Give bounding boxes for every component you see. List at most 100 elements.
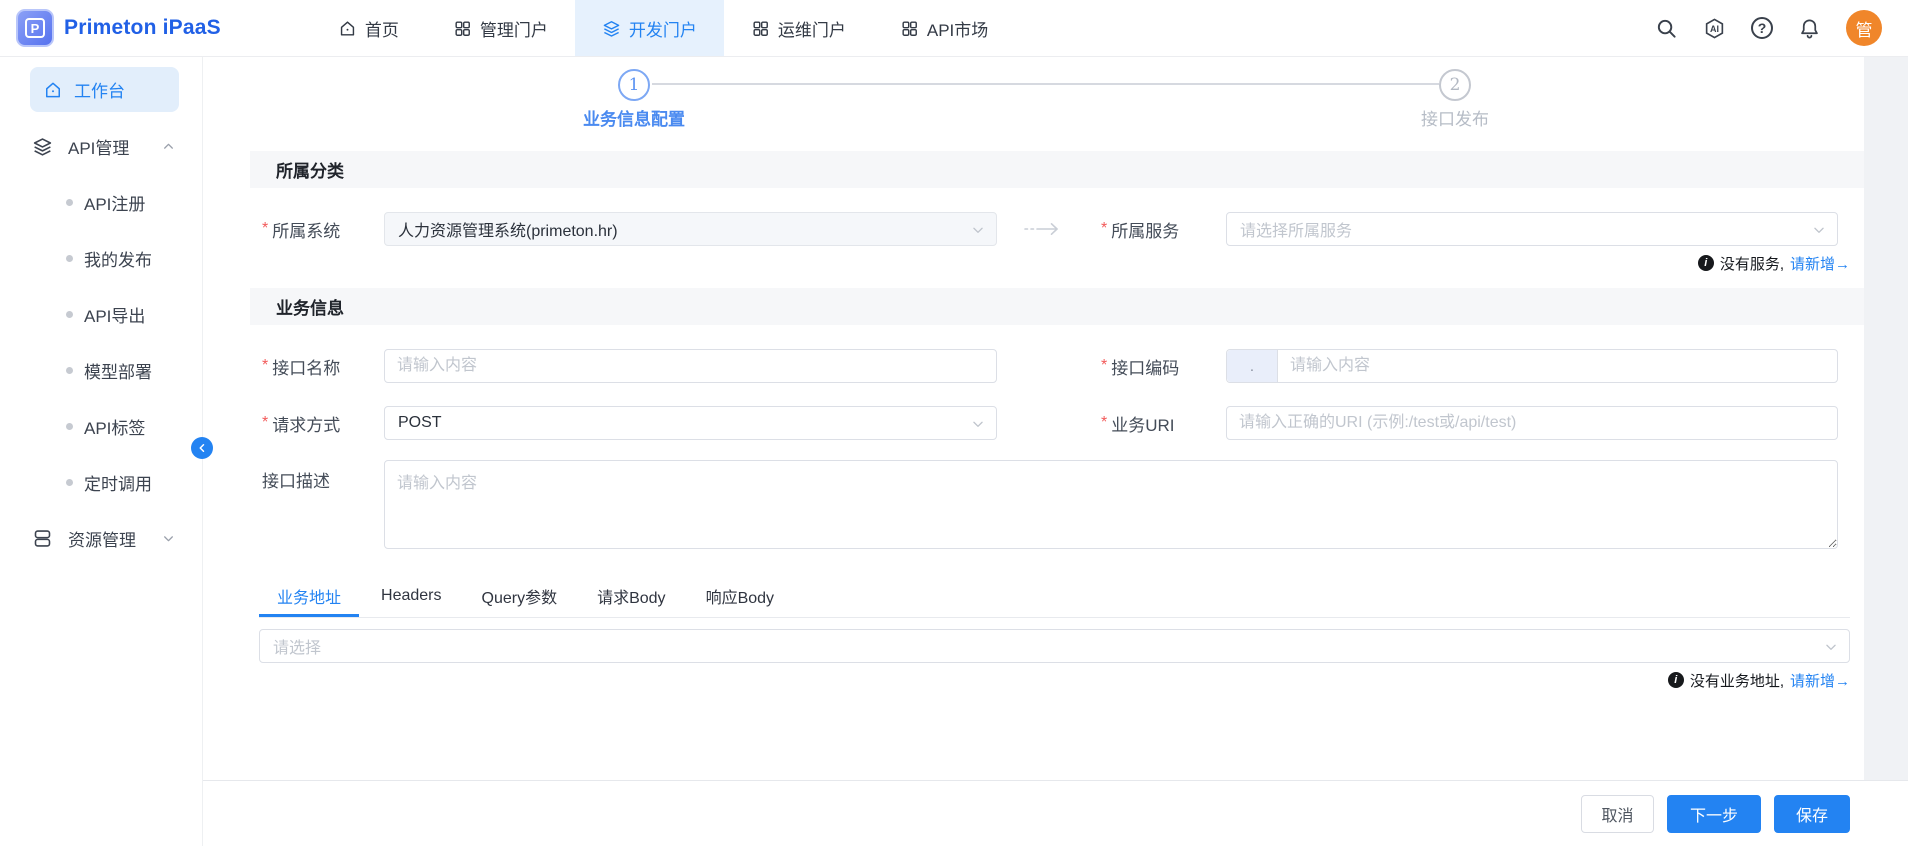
nav-item-home[interactable]: 首页 [311,0,426,56]
database-icon [32,528,53,549]
step-1-circle: 1 [618,69,650,101]
service-select[interactable]: 请选择所属服务 [1226,212,1838,246]
bullet-icon [66,367,73,374]
bullet-icon [66,199,73,206]
help-icon[interactable]: ? [1751,17,1773,39]
stepper: 1 2 业务信息配置 接口发布 [203,57,1908,151]
layers-icon [602,19,621,38]
sidebar-item-my-publish[interactable]: 我的发布 [0,230,202,286]
save-button[interactable]: 保存 [1774,795,1850,833]
info-icon: i [1698,255,1714,271]
info-icon: i [1668,672,1684,688]
field-label-system: * 所属系统 [250,217,384,242]
field-label-uri: * 业务URI [1089,411,1226,436]
logo-icon: P [16,9,54,47]
chevron-down-icon [971,417,985,431]
required-mark: * [1101,220,1107,238]
chevron-up-icon [162,140,175,153]
sidebar-item-label: API注册 [84,190,145,215]
required-mark: * [262,220,268,238]
nav-item-dev-portal[interactable]: 开发门户 [575,0,724,56]
detail-tabs: 业务地址 Headers Query参数 请求Body 响应Body [259,578,1850,618]
api-code-field-wrap: . [1226,349,1838,383]
nav-item-label: 运维门户 [778,16,846,41]
add-service-link[interactable]: 请新增→ [1790,253,1850,274]
bullet-icon [66,311,73,318]
bullet-icon [66,423,73,430]
sidebar-item-model-deploy[interactable]: 模型部署 [0,342,202,398]
sidebar-group-resource-management[interactable]: 资源管理 [0,510,202,566]
uri-input[interactable] [1227,407,1837,439]
description-textarea[interactable] [384,460,1838,549]
tab-business-address[interactable]: 业务地址 [259,578,359,617]
chevron-down-icon [1812,223,1826,237]
sidebar-item-label: API标签 [84,414,145,439]
bell-icon[interactable] [1798,17,1821,40]
field-label-method: * 请求方式 [250,411,384,436]
api-name-input[interactable] [385,350,996,382]
uri-field-wrap [1226,406,1838,440]
sidebar-item-api-export[interactable]: API导出 [0,286,202,342]
next-step-button[interactable]: 下一步 [1667,795,1761,833]
sidebar-item-scheduled-call[interactable]: 定时调用 [0,454,202,510]
main-content: 1 2 业务信息配置 接口发布 所属分类 * 所属系统 人力资源管理系统(pri… [203,57,1908,846]
required-mark: * [1101,414,1107,432]
service-note: i 没有服务, 请新增→ [250,253,1864,273]
step-1-label: 业务信息配置 [514,105,754,130]
chevron-down-icon [162,532,175,545]
sidebar-group-api-management[interactable]: API管理 [0,118,202,174]
sidebar-item-api-tags[interactable]: API标签 [0,398,202,454]
brand-title: Primeton iPaaS [64,16,221,40]
field-label-api-name: * 接口名称 [250,354,384,379]
section-header-business: 业务信息 [250,288,1864,325]
business-address-select[interactable]: 请选择 [259,629,1850,663]
nav-actions: AI ? 管 [1655,10,1908,46]
api-code-input[interactable] [1278,350,1837,382]
row-description: 接口描述 [250,460,1864,554]
tab-headers[interactable]: Headers [363,578,459,617]
required-mark: * [262,414,268,432]
tab-request-body[interactable]: 请求Body [579,578,683,617]
add-address-link[interactable]: 请新增→ [1790,670,1850,691]
nav-item-api-market[interactable]: API市场 [873,0,1015,56]
method-select[interactable]: POST [384,406,997,440]
grid-icon [453,19,472,38]
required-mark: * [1101,357,1107,375]
dashed-arrow-icon [997,221,1089,237]
section-header-category: 所属分类 [250,151,1864,188]
tab-query-params[interactable]: Query参数 [464,578,576,617]
sidebar-item-workbench[interactable]: 工作台 [30,67,179,112]
sidebar-item-api-register[interactable]: API注册 [0,174,202,230]
home-icon [338,19,357,38]
cancel-button[interactable]: 取消 [1581,795,1654,833]
row-name-code: * 接口名称 * 接口编码 . [250,349,1864,383]
form-card: 所属分类 * 所属系统 人力资源管理系统(primeton.hr) * [250,151,1864,722]
search-icon[interactable] [1655,17,1678,40]
sidebar-group-label: 资源管理 [68,526,136,551]
note-text: 没有服务, [1720,253,1784,274]
system-select[interactable]: 人力资源管理系统(primeton.hr) [384,212,997,246]
grid-icon [900,19,919,38]
tab-response-body[interactable]: 响应Body [688,578,792,617]
avatar[interactable]: 管 [1846,10,1882,46]
sidebar-collapse-button[interactable] [191,437,213,459]
note-text: 没有业务地址, [1690,670,1784,691]
top-navbar: P Primeton iPaaS 首页 管理门户 开发门户 运维门户 [0,0,1908,57]
sidebar: 工作台 API管理 API注册 我的发布 API导出 模型部署 [0,57,203,846]
nav-item-label: 管理门户 [480,16,548,41]
sidebar-item-label: 模型部署 [84,358,152,383]
field-label-service: * 所属服务 [1089,217,1226,242]
description-field-wrap [384,460,1838,554]
bullet-icon [66,255,73,262]
chevron-down-icon [1824,640,1838,654]
home-icon [43,80,63,100]
sidebar-item-label: 我的发布 [84,246,152,271]
nav-item-admin-portal[interactable]: 管理门户 [426,0,575,56]
action-footer: 取消 下一步 保存 [203,780,1908,846]
brand-logo[interactable]: P Primeton iPaaS [0,9,221,47]
step-2-circle: 2 [1439,69,1471,101]
ai-assistant-icon[interactable]: AI [1703,17,1726,40]
nav-item-ops-portal[interactable]: 运维门户 [724,0,873,56]
chevron-left-icon [196,442,208,454]
nav-item-label: API市场 [927,16,988,41]
